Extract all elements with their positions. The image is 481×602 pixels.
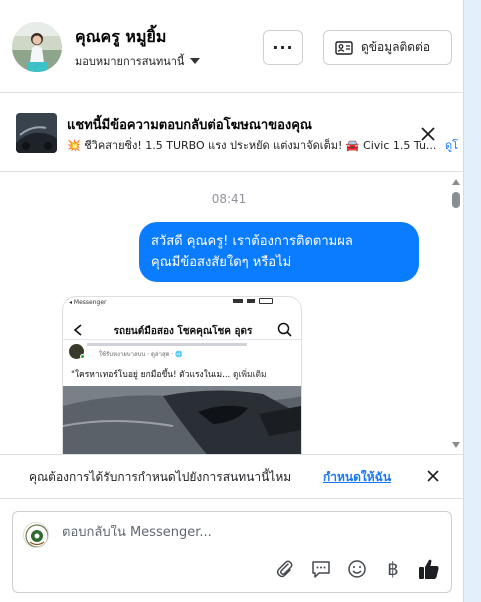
status-bar-icons — [233, 298, 275, 304]
ad-banner-title: แชทนี้มีข้อความตอบกลับต่อโฆษณาของคุณ — [67, 118, 312, 133]
ad-reply-banner: แชทนี้มีข้อความตอบกลับต่อโฆษณาของคุณ 💥 ช… — [0, 93, 463, 172]
message-text-line: คุณมีข้อสงสัยใดๆ หรือไม่ — [151, 255, 292, 270]
emoji-icon — [348, 560, 366, 578]
paperclip-icon — [276, 560, 293, 578]
post-author-meta: ใช้รับหงายบาลบบ · ดูล่าสุด · 🌐 — [99, 351, 183, 358]
more-options-button[interactable]: ··· — [263, 30, 303, 65]
composer-area: ฿ — [0, 498, 463, 602]
assign-reminder-bar: คุณต้องการได้รับการกำหนดไปยังการสนทนานี้… — [0, 454, 463, 498]
attach-file-button[interactable] — [273, 557, 297, 581]
message-composer: ฿ — [12, 511, 452, 593]
shared-post-screenshot[interactable]: ◂ Messenger รถยนต์มือสอง โชคคุณโชค อุดร — [62, 296, 302, 454]
view-contact-info-button[interactable]: ดูข้อมูลติดต่อ — [323, 30, 452, 65]
saved-replies-button[interactable] — [309, 557, 333, 581]
ad-see-more-link[interactable]: ดูโ — [445, 136, 458, 154]
message-thread: 08:41 สวัสดี คุณครู! เราต้องการติดตามผล … — [0, 172, 463, 454]
close-icon[interactable] — [419, 125, 437, 143]
conversation-panel: คุณครู หมูยิ้ม มอบหมายการสนทนานี้ ··· ดู… — [0, 0, 463, 602]
contact-info-label: ดูข้อมูลติดต่อ — [361, 40, 431, 54]
post-caption-text: "ใครหาเทอร์โบอยู่ ยกมือขึ้น! ตัวแรงในเม.… — [71, 370, 231, 380]
ad-banner-subtitle: 💥 ชีวิคสายซิ่ง! 1.5 TURBO แรง ประหยัด แต… — [67, 136, 439, 154]
more-options-icon: ··· — [272, 37, 294, 57]
search-icon — [277, 322, 292, 337]
conversation-header: คุณครู หมูยิ้ม มอบหมายการสนทนานี้ ··· ดู… — [0, 0, 463, 93]
post-author-name-cut — [87, 341, 287, 347]
like-button[interactable] — [417, 557, 441, 581]
close-icon[interactable] — [425, 468, 441, 484]
outgoing-message-bubble[interactable]: สวัสดี คุณครู! เราต้องการติดตามผล คุณมีข… — [139, 222, 419, 282]
message-text-line: สวัสดี คุณครู! เราต้องการติดตามผล — [151, 234, 353, 249]
thumbs-up-icon — [419, 559, 439, 579]
post-author-avatar — [69, 344, 85, 359]
payment-button[interactable]: ฿ — [381, 557, 405, 581]
quick-reply-icon — [312, 561, 330, 578]
thread-scrollbar[interactable] — [450, 172, 462, 454]
baht-icon: ฿ — [387, 558, 399, 580]
post-caption-more: ดูเพิ่มเติม — [232, 370, 267, 380]
contact-avatar[interactable] — [12, 22, 62, 72]
contact-card-icon — [335, 40, 353, 55]
assignment-label: มอบหมายการสนทนานี้ — [75, 55, 185, 68]
contact-name: คุณครู หมูยิ้ม — [75, 27, 167, 46]
post-car-image — [63, 386, 301, 454]
status-bar-app: ◂ Messenger — [69, 299, 107, 306]
ad-thumbnail[interactable] — [16, 113, 57, 153]
message-input[interactable] — [62, 525, 432, 540]
message-timestamp: 08:41 — [211, 192, 247, 206]
assign-to-me-link[interactable]: กำหนดให้ฉัน — [323, 468, 391, 487]
adjacent-pane-edge — [463, 0, 481, 602]
post-page-title: รถยนต์มือสอง โชคคุณโชค อุดร — [113, 326, 253, 337]
assign-reminder-text: คุณต้องการได้รับการกำหนดไปยังการสนทนานี้… — [29, 470, 292, 484]
ad-subtitle-text: 💥 ชีวิคสายซิ่ง! 1.5 TURBO แรง ประหยัด แต… — [67, 139, 437, 152]
page-avatar — [23, 522, 49, 548]
chevron-down-icon — [190, 58, 201, 64]
assign-conversation-dropdown[interactable]: มอบหมายการสนทนานี้ — [75, 52, 201, 70]
emoji-button[interactable] — [345, 557, 369, 581]
post-caption: "ใครหาเทอร์โบอยู่ ยกมือขึ้น! ตัวแรงในเม.… — [71, 367, 267, 381]
